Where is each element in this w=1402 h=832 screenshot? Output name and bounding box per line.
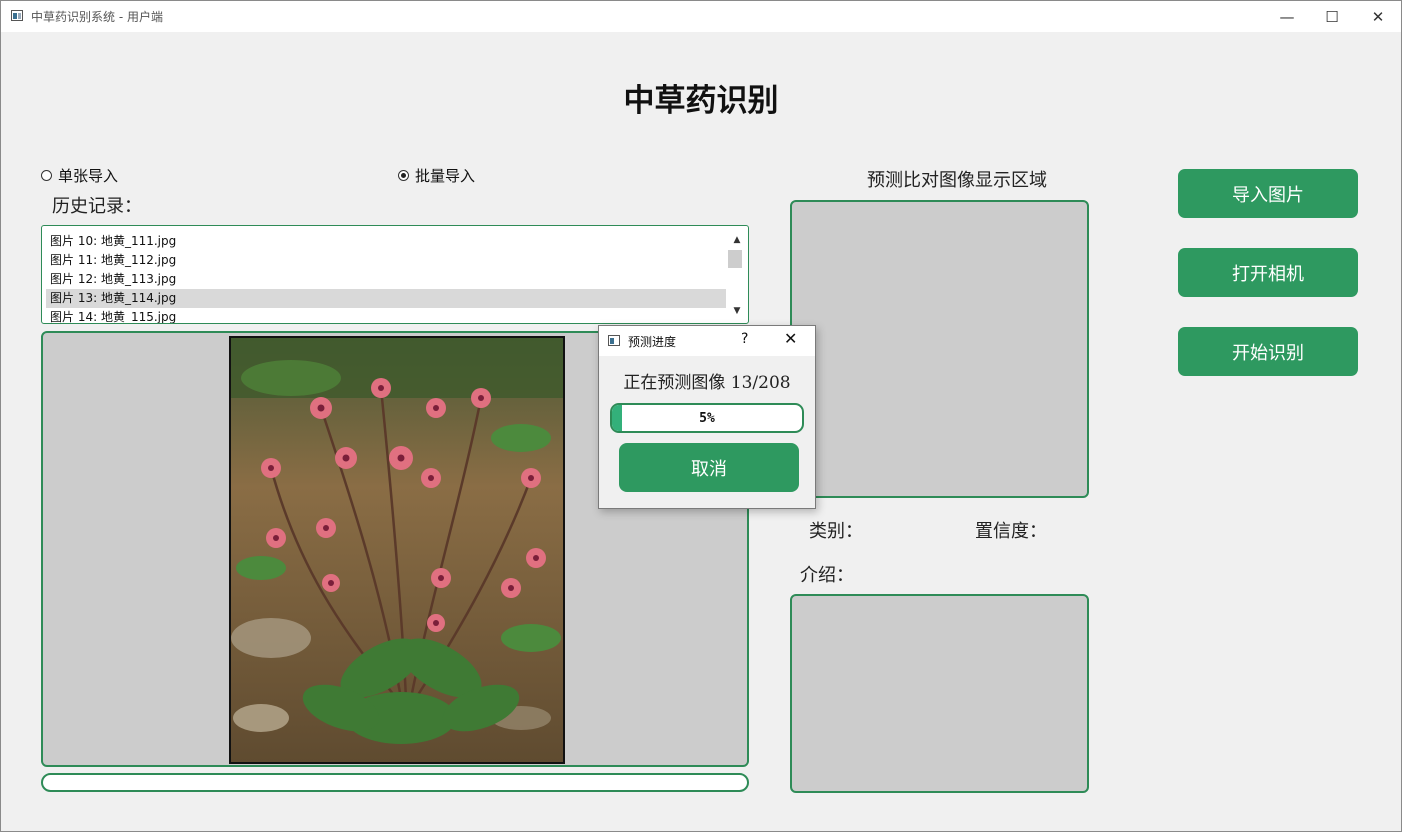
compare-area-label: 预测比对图像显示区域 [867, 170, 1047, 191]
compare-image-area [790, 200, 1089, 498]
progress-percent: 5% [699, 410, 715, 426]
scroll-down-icon[interactable]: ▼ [731, 305, 743, 317]
batch-import-label: 批量导入 [415, 167, 476, 185]
confidence-label: 置信度： [975, 521, 1047, 542]
progress-dialog: 预测进度 ? ✕ 正在预测图像 13/208 5% 取消 [598, 325, 816, 509]
single-import-label: 单张导入 [58, 167, 119, 185]
intro-label: 介绍： [800, 565, 854, 586]
dialog-title: 预测进度 [628, 335, 677, 349]
list-item-selected[interactable]: 图片 13: 地黄_114.jpg [46, 289, 726, 308]
list-item[interactable]: 图片 14: 地黄_115.jpg [46, 308, 726, 323]
open-camera-button[interactable]: 打开相机 [1178, 248, 1358, 297]
radio-checked-icon [398, 170, 409, 181]
image-progress-bar [41, 773, 749, 792]
radio-unchecked-icon [41, 170, 52, 181]
list-item[interactable]: 图片 11: 地黄_112.jpg [46, 251, 726, 270]
close-button[interactable]: ✕ [1355, 1, 1401, 32]
close-icon: ✕ [1371, 7, 1385, 26]
cancel-button[interactable]: 取消 [619, 443, 799, 492]
dialog-title-bar: 预测进度 ? ✕ [599, 326, 815, 356]
minimize-icon: — [1279, 7, 1295, 26]
dialog-app-icon [608, 335, 620, 346]
minimize-button[interactable]: — [1264, 1, 1310, 32]
start-recognition-button[interactable]: 开始识别 [1178, 327, 1358, 376]
page-title: 中草药识别 [623, 83, 779, 119]
app-icon [11, 10, 23, 21]
batch-import-radio[interactable]: 批量导入 [398, 165, 475, 186]
maximize-button[interactable]: ☐ [1309, 1, 1355, 32]
window-title: 中草药识别系统 - 用户端 [31, 10, 163, 24]
history-label: 历史记录： [52, 196, 142, 217]
main-window: 中草药识别系统 - 用户端 — ☐ ✕ 中草药识别 单张导入 批量导入 历史记录… [0, 0, 1402, 832]
list-item[interactable]: 图片 10: 地黄_111.jpg [46, 232, 726, 251]
prediction-progress-bar: 5% [610, 403, 804, 433]
list-item[interactable]: 图片 12: 地黄_113.jpg [46, 270, 726, 289]
dialog-close-icon[interactable]: ✕ [784, 329, 797, 348]
title-bar: 中草药识别系统 - 用户端 — ☐ ✕ [1, 1, 1401, 32]
scroll-up-icon[interactable]: ▲ [731, 234, 743, 246]
import-image-button[interactable]: 导入图片 [1178, 169, 1358, 218]
category-label: 类别： [809, 521, 863, 542]
scrollbar-thumb[interactable] [728, 250, 742, 268]
history-list[interactable]: 图片 10: 地黄_111.jpg 图片 11: 地黄_112.jpg 图片 1… [41, 225, 749, 324]
prediction-status: 正在预测图像 13/208 [623, 373, 791, 393]
plant-photo-illustration [231, 338, 563, 762]
single-import-radio[interactable]: 单张导入 [41, 165, 118, 186]
plant-photo [229, 336, 565, 764]
intro-text-area[interactable] [790, 594, 1089, 793]
maximize-icon: ☐ [1325, 7, 1339, 26]
help-icon[interactable]: ? [741, 331, 748, 347]
